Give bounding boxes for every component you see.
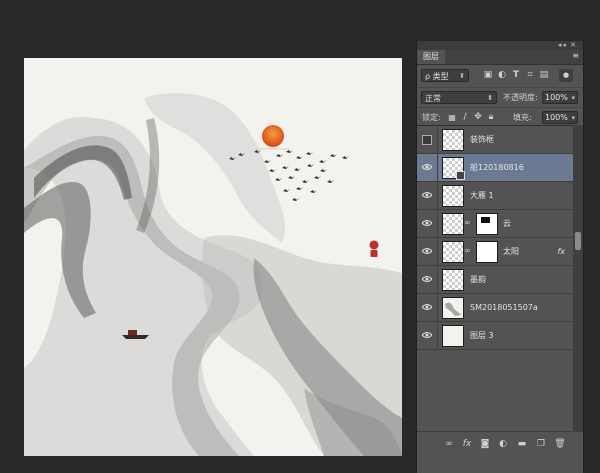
image-filter-icon[interactable]: ▣ [483,69,493,82]
lock-transparency-icon[interactable]: ▦ [447,111,457,124]
link-layers-icon[interactable]: ∞ [443,438,455,450]
layer-thumbnail [442,297,464,319]
layer-row[interactable]: SM2018051507a [417,294,573,322]
add-style-icon[interactable]: fx [461,438,473,450]
panel-menu-icon[interactable]: ≡ [572,51,579,60]
layer-thumbnail [442,241,464,263]
ink-landscape-artwork [24,93,402,456]
lock-paint-icon[interactable]: ∕ [460,111,470,124]
layer-mask-thumbnail[interactable] [476,213,498,235]
layer-name[interactable]: 装饰框 [470,126,494,153]
visibility-off-box[interactable] [422,135,432,145]
visibility-toggle[interactable] [417,322,438,349]
eye-icon[interactable] [422,219,432,227]
lock-label: 锁定: [422,113,441,122]
visibility-toggle[interactable] [417,126,438,153]
fill-label: 填充: [513,113,532,122]
layer-effects-icon[interactable]: fx [557,238,565,265]
layer-list-scrollbar[interactable] [573,125,583,431]
adjustment-filter-icon[interactable]: ◐ [497,69,507,82]
add-mask-icon[interactable]: ◙ [479,438,491,450]
layer-name[interactable]: 图层 3 [470,322,494,349]
visibility-toggle[interactable] [417,294,438,321]
lock-position-icon[interactable]: ✥ [473,111,483,124]
panel-tab-bar: 图层 ≡ [417,50,583,65]
layer-filter-row: ρ 类型 ⬍ ▣ ◐ T ⌗ ▤ ● [417,67,583,85]
smart-object-badge-icon [456,171,465,180]
chevron-down-icon: ⬍ [487,94,493,102]
eye-icon[interactable] [422,275,432,283]
scrollbar-thumb[interactable] [575,232,581,250]
layer-row[interactable]: 船120180816 [417,154,573,182]
red-seal-stamp [369,240,379,257]
filter-toggle-icon[interactable]: ● [559,69,573,82]
new-layer-icon[interactable]: ❐ [535,438,547,450]
lock-all-icon[interactable]: 🔒︎ [486,111,496,124]
chevron-down-icon[interactable]: ▾ [571,112,575,124]
eye-icon[interactable] [422,191,432,199]
sketch-thumbnail-art [445,302,461,316]
blend-mode-select[interactable]: 正常 ⬍ [421,91,497,104]
layer-list: 装饰框 船120180816 大雁 1 ∞ 云 ∞ 太阳 fx 墨韵 SM201… [417,125,573,432]
layer-name[interactable]: 船120180816 [470,154,524,181]
layers-panel: ◂◂ ✕ 图层 ≡ ρ 类型 ⬍ ▣ ◐ T ⌗ ▤ ● 正常 ⬍ 不透明度: … [416,41,584,473]
visibility-toggle[interactable] [417,210,438,237]
new-adjustment-icon[interactable]: ◐ [497,438,509,450]
layer-row[interactable]: ∞ 太阳 fx [417,238,573,266]
layer-row[interactable]: 装饰框 [417,126,573,154]
layer-row[interactable]: 图层 3 [417,322,573,350]
layer-row[interactable]: 墨韵 [417,266,573,294]
sun-disc [262,125,284,147]
visibility-toggle[interactable] [417,238,438,265]
layer-name[interactable]: 大雁 1 [470,182,494,209]
canvas-workspace[interactable] [0,0,416,472]
lock-row: 锁定: ▦ ∕ ✥ 🔒︎ 填充: 100% ▾ [417,107,583,126]
blend-mode-value: 正常 [425,94,441,103]
layer-row[interactable]: 大雁 1 [417,182,573,210]
mask-link-icon[interactable]: ∞ [464,218,471,227]
layer-thumbnail [442,129,464,151]
delete-layer-icon[interactable]: 🗑︎ [554,438,566,450]
fill-value: 100% [545,113,568,122]
opacity-field[interactable]: 100% ▾ [542,91,578,104]
blend-mode-row: 正常 ⬍ 不透明度: 100% ▾ [417,87,583,106]
chevron-down-icon[interactable]: ▾ [571,92,575,104]
mask-shape [481,217,490,223]
visibility-toggle[interactable] [417,182,438,209]
eye-icon[interactable] [422,247,432,255]
layer-thumbnail [442,325,464,347]
layer-thumbnail [442,185,464,207]
eye-icon[interactable] [422,163,432,171]
filter-kind-select[interactable]: ρ 类型 ⬍ [421,69,469,82]
tab-layers[interactable]: 图层 [417,50,445,64]
panel-grip-bar[interactable]: ◂◂ ✕ [417,41,583,50]
layer-thumbnail [442,157,465,180]
fill-field[interactable]: 100% ▾ [542,111,578,124]
visibility-toggle[interactable] [417,266,438,293]
mask-link-icon[interactable]: ∞ [464,246,471,255]
visibility-toggle[interactable] [417,154,438,181]
layer-name[interactable]: 云 [503,210,511,237]
shape-filter-icon[interactable]: ⌗ [525,69,535,82]
text-filter-icon[interactable]: T [511,69,521,82]
layers-panel-footer: ∞ fx ◙ ◐ ▬ ❐ 🗑︎ [417,431,583,473]
layer-mask-thumbnail[interactable] [476,241,498,263]
panel-collapse-close-buttons[interactable]: ◂◂ ✕ [558,41,577,49]
new-group-icon[interactable]: ▬ [516,438,528,450]
document-canvas[interactable] [24,58,402,456]
eye-icon[interactable] [422,331,432,339]
layer-name[interactable]: SM2018051507a [470,294,538,321]
layer-row[interactable]: ∞ 云 [417,210,573,238]
layer-thumbnail [442,213,464,235]
opacity-value: 100% [545,93,568,102]
layer-name[interactable]: 墨韵 [470,266,486,293]
eye-icon[interactable] [422,303,432,311]
chevron-down-icon: ⬍ [459,72,465,80]
filter-kind-label: ρ 类型 [425,72,449,81]
opacity-label: 不透明度: [503,93,538,102]
layer-name[interactable]: 太阳 [503,238,519,265]
smart-object-filter-icon[interactable]: ▤ [539,69,549,82]
layer-thumbnail [442,269,464,291]
